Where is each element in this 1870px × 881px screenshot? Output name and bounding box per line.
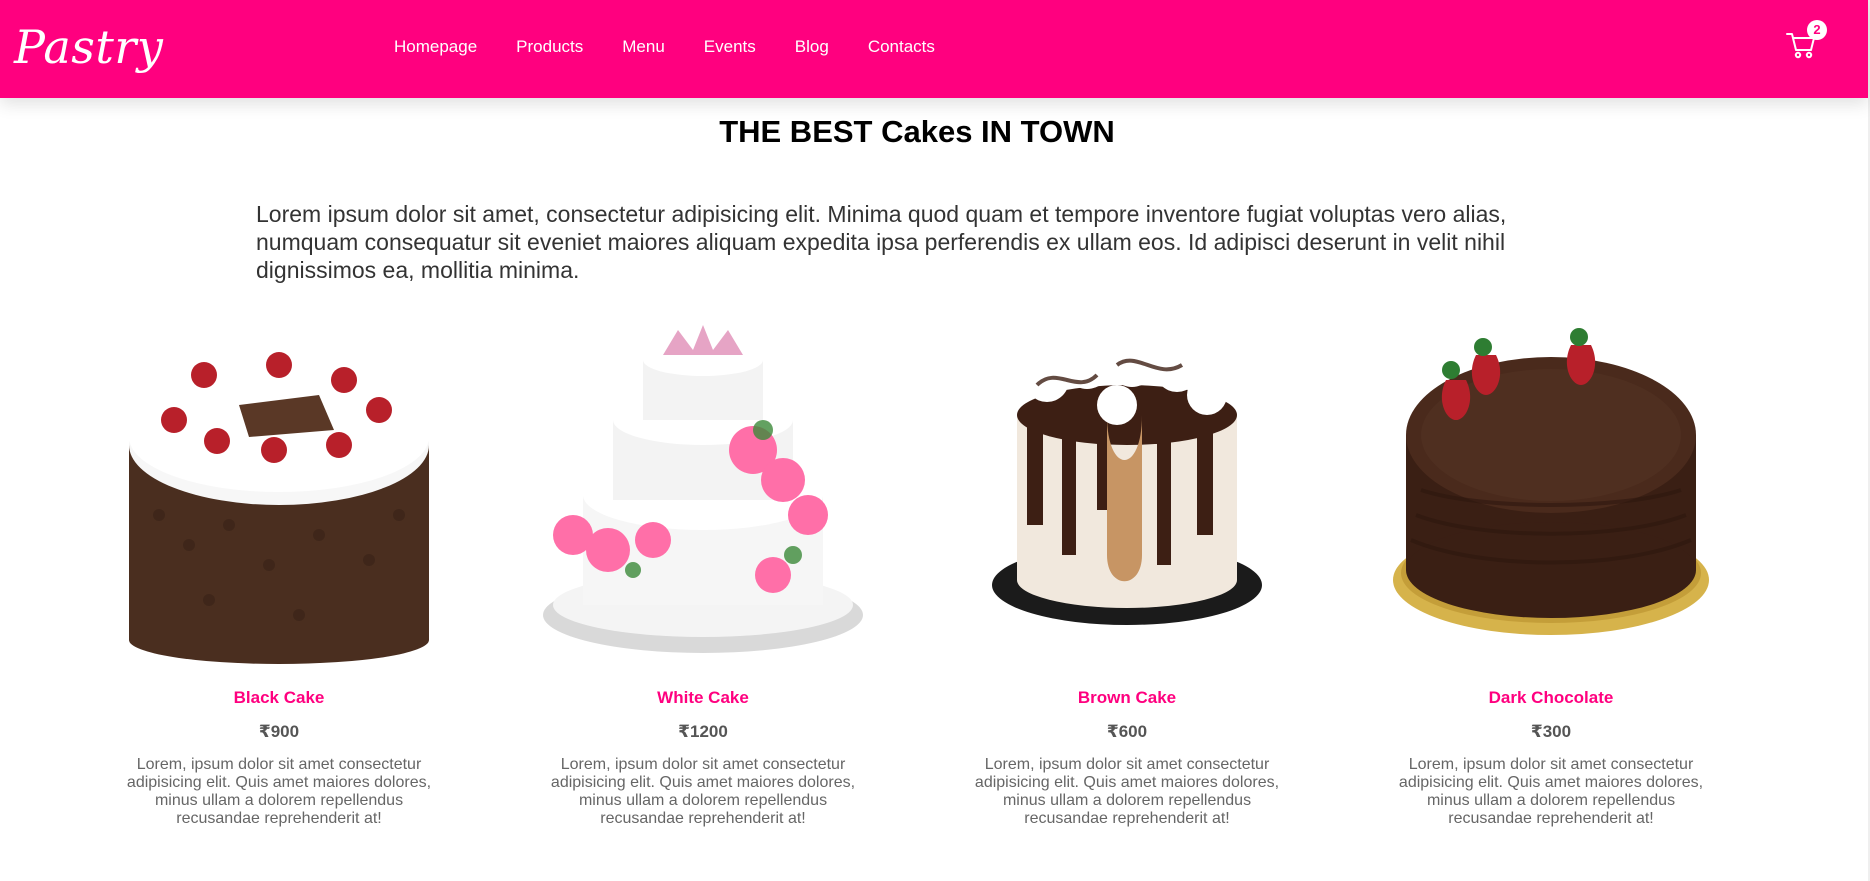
product-price: ₹300 <box>1530 722 1572 741</box>
product-name[interactable]: White Cake <box>543 688 863 708</box>
product-description: Lorem, ipsum dolor sit amet consectetur … <box>974 756 1280 827</box>
main-nav: Homepage Products Menu Events Blog Conta… <box>394 36 974 58</box>
product-price: ₹1200 <box>678 722 728 741</box>
product-name[interactable]: Brown Cake <box>967 688 1287 708</box>
product-card[interactable]: Brown Cake ₹600 Lorem, ipsum dolor sit a… <box>967 325 1287 828</box>
cart-count-badge: 2 <box>1807 20 1827 40</box>
product-grid: Black Cake ₹900 Lorem, ipsum dolor sit a… <box>0 325 1868 845</box>
nav-link-events[interactable]: Events <box>704 36 756 58</box>
product-card[interactable]: Dark Chocolate ₹300 Lorem, ipsum dolor s… <box>1391 325 1711 828</box>
brand-logo[interactable]: Pastry <box>14 12 163 82</box>
product-name[interactable]: Black Cake <box>119 688 439 708</box>
product-description: Lorem, ipsum dolor sit amet consectetur … <box>1398 756 1704 827</box>
product-description: Lorem, ipsum dolor sit amet consectetur … <box>126 756 432 827</box>
product-card[interactable]: Black Cake ₹900 Lorem, ipsum dolor sit a… <box>119 325 439 828</box>
product-image-white-cake[interactable] <box>543 325 863 670</box>
product-image-brown-cake[interactable] <box>967 325 1287 670</box>
product-price: ₹900 <box>258 722 300 741</box>
product-card[interactable]: White Cake ₹1200 Lorem, ipsum dolor sit … <box>543 325 863 828</box>
nav-link-contacts[interactable]: Contacts <box>868 36 935 58</box>
product-image-dark-chocolate[interactable] <box>1391 325 1711 670</box>
product-description: Lorem, ipsum dolor sit amet consectetur … <box>550 756 856 827</box>
product-name[interactable]: Dark Chocolate <box>1391 688 1711 708</box>
page-title: THE BEST Cakes IN TOWN <box>719 114 1115 149</box>
nav-link-menu[interactable]: Menu <box>622 36 665 58</box>
intro-paragraph: Lorem ipsum dolor sit amet, consectetur … <box>256 201 1507 283</box>
product-price: ₹600 <box>1106 722 1148 741</box>
site-header: Pastry Homepage Products Menu Events Blo… <box>0 0 1868 98</box>
product-image-black-cake[interactable] <box>119 325 439 670</box>
nav-link-homepage[interactable]: Homepage <box>394 36 477 58</box>
cart-button[interactable]: 2 <box>1785 20 1827 66</box>
nav-link-products[interactable]: Products <box>516 36 583 58</box>
nav-link-blog[interactable]: Blog <box>795 36 829 58</box>
